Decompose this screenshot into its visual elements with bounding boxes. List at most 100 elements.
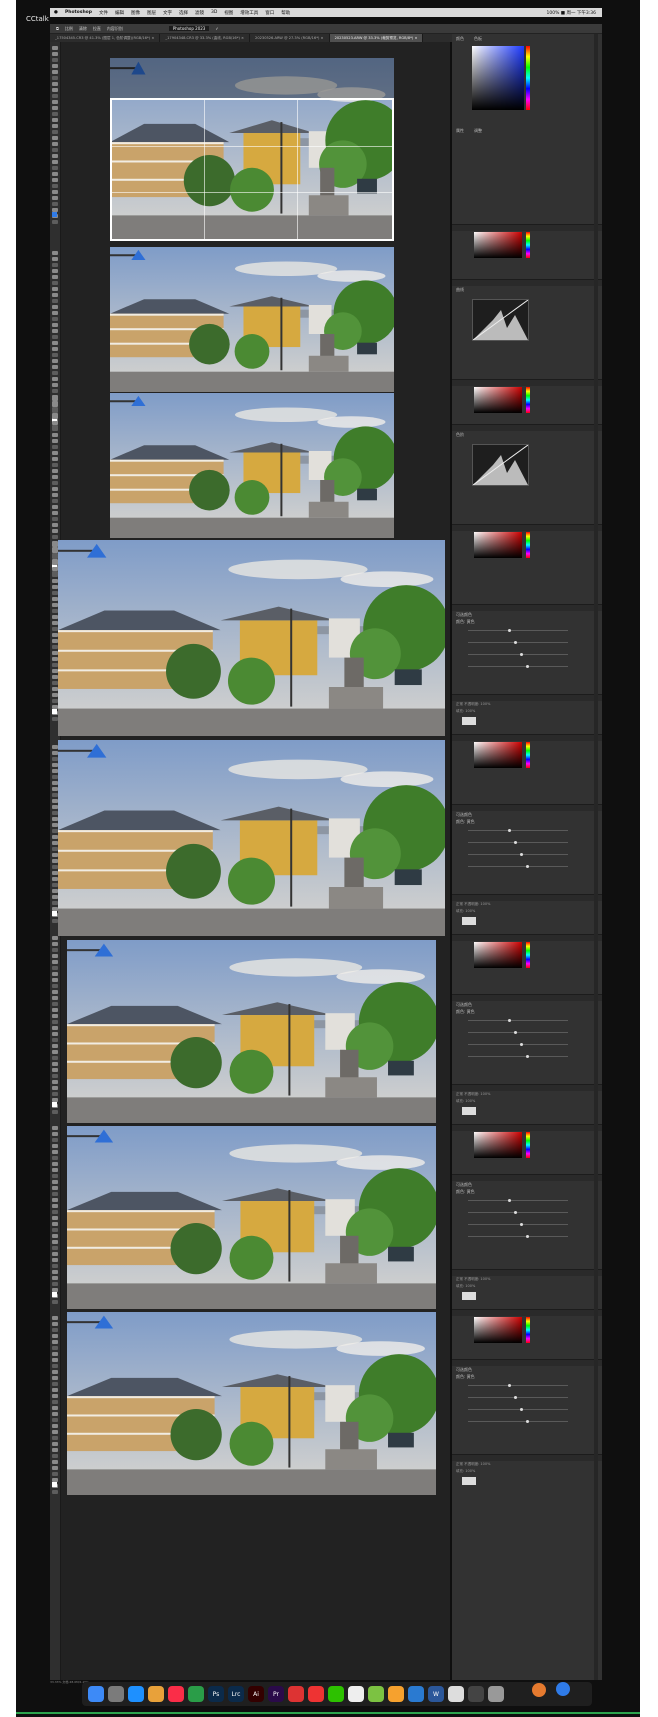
meitu-icon[interactable] [308,1686,324,1702]
tool-icon[interactable] [52,1210,58,1214]
tool-icon[interactable] [52,184,58,188]
tool-icon[interactable] [52,1086,58,1090]
avatar[interactable] [532,1683,546,1697]
tool-icon[interactable] [52,1216,58,1220]
tool-icon[interactable] [52,1334,58,1338]
slider-knob[interactable] [520,653,523,656]
menu-layer[interactable]: 图层 [147,10,156,16]
menu-help[interactable]: 帮助 [281,10,290,16]
tool-icon[interactable] [52,427,58,431]
tool-icon[interactable] [52,1240,58,1244]
frame-8[interactable] [67,1312,436,1495]
doc-tab-4-active[interactable]: 20230523.ARW @ 33.3% (裁剪预览, RGB/8*) × [329,34,424,42]
tool-icon[interactable] [52,445,58,449]
slider-knob[interactable] [526,665,529,668]
tool-icon[interactable] [52,329,58,333]
panel-header[interactable] [452,734,602,741]
option-straighten[interactable]: 拉直 [93,26,101,32]
hue-slider[interactable] [526,46,530,110]
tool-icon[interactable] [52,1436,58,1440]
tool-icon[interactable] [52,58,58,62]
tool-icon[interactable] [52,469,58,473]
colors-dropdown[interactable]: 颜色: 黄色 [456,619,475,625]
tool-icon[interactable] [52,160,58,164]
slider-knob[interactable] [514,1031,517,1034]
tool-icon[interactable] [52,1442,58,1446]
frame-5-wide[interactable] [58,740,445,936]
tool-icon[interactable] [52,1406,58,1410]
menu-select[interactable]: 选择 [179,10,188,16]
menu-filter[interactable]: 滤镜 [195,10,204,16]
menu-type[interactable]: 文字 [163,10,172,16]
tool-icon[interactable] [52,1328,58,1332]
tool-icon[interactable] [52,299,58,303]
fill-row[interactable]: 填充: 100% [456,1284,598,1289]
layer-mask-thumbnail[interactable] [462,717,476,725]
slider-knob[interactable] [526,1235,529,1238]
tool-icon[interactable] [52,82,58,86]
blend-mode-row[interactable]: 正常 不透明度: 100% [456,702,598,707]
tool-icon[interactable] [52,493,58,497]
tool-icon[interactable] [52,511,58,515]
tool-icon[interactable] [52,1174,58,1178]
layer-mask-thumbnail[interactable] [462,1477,476,1485]
slider-knob[interactable] [520,853,523,856]
tool-icon[interactable] [52,257,58,261]
hue-slider[interactable] [526,1132,530,1158]
frame-4-wide[interactable] [58,540,445,736]
finder-icon[interactable] [88,1686,104,1702]
adjust-slider[interactable] [468,1420,568,1423]
crop-tool-icon[interactable]: ⧉ [56,26,59,31]
swatches-tab[interactable]: 色板 [474,36,482,42]
tool-icon[interactable] [52,1014,58,1018]
tool-icon[interactable] [52,1472,58,1476]
tool-icon[interactable] [52,439,58,443]
adjust-slider[interactable] [468,1043,568,1046]
panel-header[interactable] [452,694,602,701]
tool-icon[interactable] [52,383,58,387]
tool-icon[interactable] [52,1044,58,1048]
tool-icon[interactable] [52,481,58,485]
tool-icon[interactable] [52,1050,58,1054]
tool-icon[interactable] [52,978,58,982]
slider-knob[interactable] [508,1019,511,1022]
tool-icon[interactable] [52,311,58,315]
slider-knob[interactable] [508,829,511,832]
slider-knob[interactable] [514,1211,517,1214]
tool-icon[interactable] [52,1400,58,1404]
adjust-slider[interactable] [468,1211,568,1214]
adjust-slider[interactable] [468,1199,568,1202]
colors-dropdown[interactable]: 颜色: 黄色 [456,1009,475,1015]
adjust-slider[interactable] [468,1019,568,1022]
tool-icon[interactable] [52,88,58,92]
tool-icon[interactable] [52,172,58,176]
menu-image[interactable]: 图像 [131,10,140,16]
tool-icon[interactable] [52,1454,58,1458]
chrome2-icon[interactable] [348,1686,364,1702]
tool-icon[interactable] [52,1264,58,1268]
menu-plugins[interactable]: 增效工具 [240,10,258,16]
tool-icon[interactable] [52,960,58,964]
tool-icon[interactable] [52,1460,58,1464]
panel-header[interactable] [452,994,602,1001]
tool-icon[interactable] [52,948,58,952]
app-green-icon[interactable] [368,1686,384,1702]
tool-icon[interactable] [52,1192,58,1196]
frame-6[interactable] [67,940,436,1123]
panel-header[interactable] [452,524,602,531]
tool-icon[interactable] [52,359,58,363]
tool-icon[interactable] [52,166,58,170]
menu-window[interactable]: 窗口 [265,10,274,16]
menu-view[interactable]: 视图 [224,10,233,16]
slider-knob[interactable] [520,1043,523,1046]
tool-icon[interactable] [52,353,58,357]
tool-icon[interactable] [52,1110,58,1114]
launchpad-icon[interactable] [108,1686,124,1702]
tool-icon[interactable] [52,1126,58,1130]
tool-icon[interactable] [52,1412,58,1416]
tool-icon[interactable] [52,535,58,539]
slider-knob[interactable] [526,1055,529,1058]
tool-icon[interactable] [52,1270,58,1274]
colors-dropdown[interactable]: 颜色: 黄色 [456,1374,475,1380]
tool-icon[interactable] [52,365,58,369]
